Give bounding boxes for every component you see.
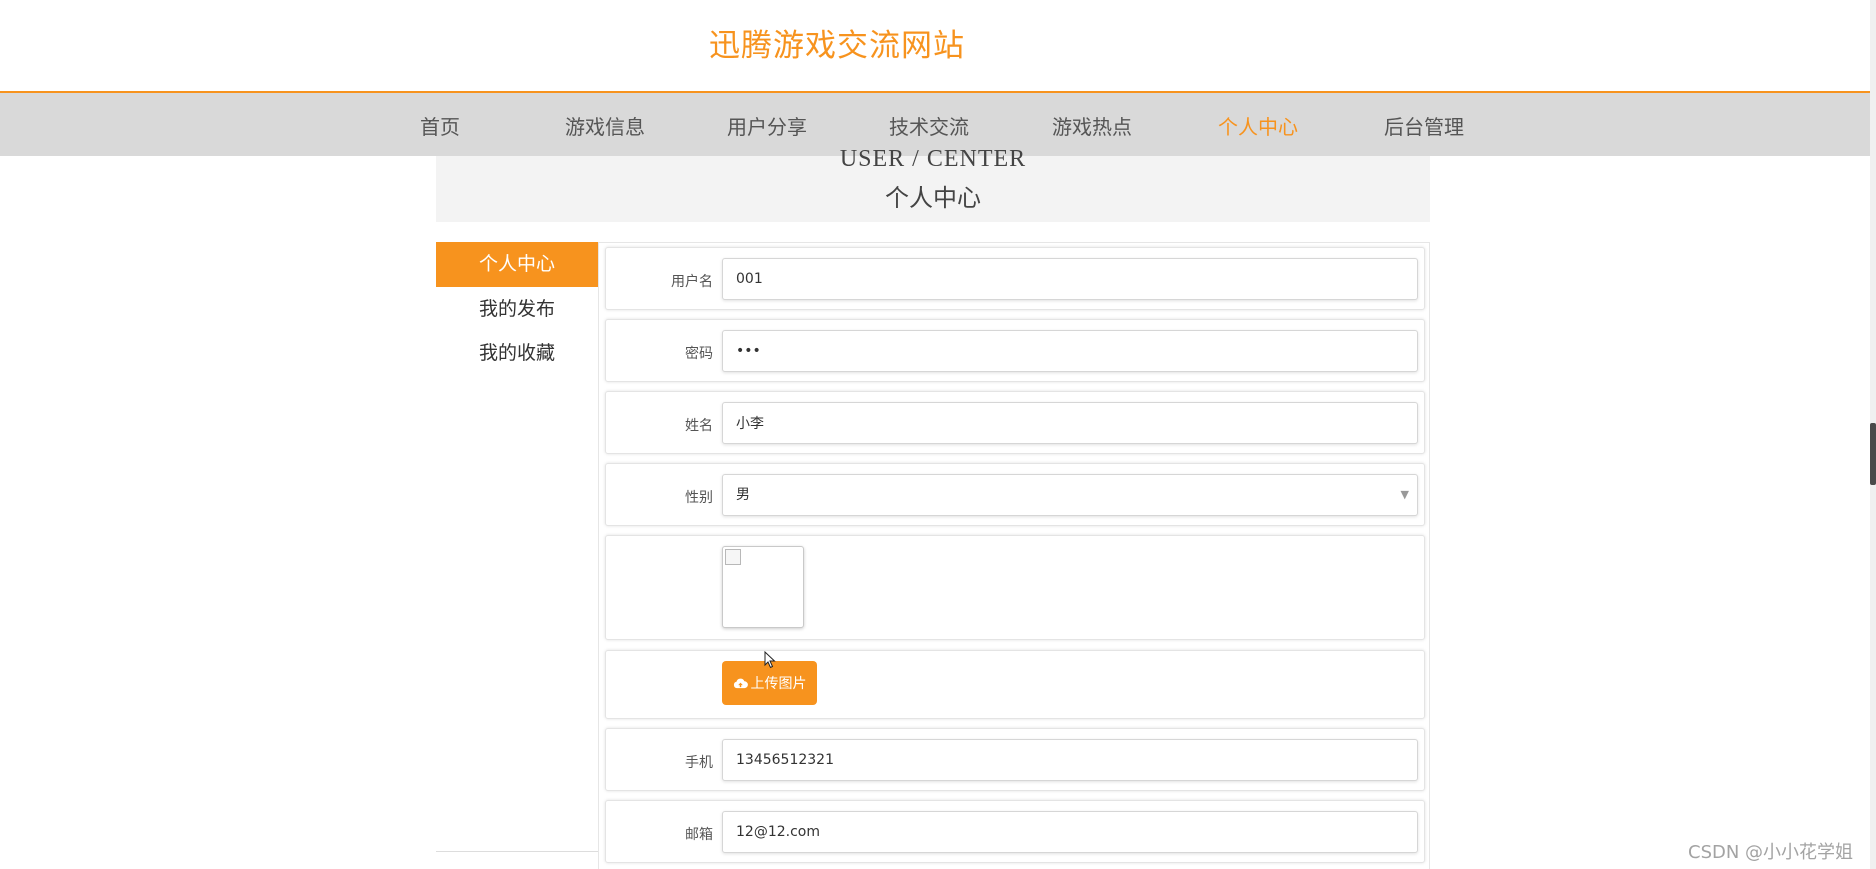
nav-item-game-hotspot[interactable]: 游戏热点 — [1052, 111, 1132, 140]
password-label: 密码 — [685, 346, 713, 362]
nav-item-admin[interactable]: 后台管理 — [1384, 111, 1464, 140]
watermark: CSDN @小小花学姐 — [1688, 842, 1854, 863]
username-label: 用户名 — [671, 274, 713, 290]
form-row-name: 姓名 — [605, 391, 1425, 454]
broken-image-icon — [725, 549, 741, 565]
form-row-upload: 上传图片 — [605, 650, 1425, 719]
profile-form: 用户名 密码 姓名 性别 男 ▼ 上传图片 手机 — [598, 242, 1430, 869]
form-row-email: 邮箱 — [605, 800, 1425, 863]
sidebar-item-my-favorites[interactable]: 我的收藏 — [436, 331, 598, 376]
banner-title: 个人中心 — [885, 184, 981, 212]
password-input[interactable] — [722, 330, 1418, 372]
form-row-phone: 手机 — [605, 728, 1425, 791]
form-row-gender: 性别 男 ▼ — [605, 463, 1425, 526]
nav-item-tech-exchange[interactable]: 技术交流 — [889, 111, 969, 140]
form-row-avatar — [605, 535, 1425, 640]
gender-select[interactable]: 男 ▼ — [722, 474, 1418, 516]
username-input[interactable] — [722, 258, 1418, 300]
mouse-pointer-icon — [764, 651, 776, 669]
form-row-password: 密码 — [605, 319, 1425, 382]
nav-item-game-info[interactable]: 游戏信息 — [565, 111, 645, 140]
cloud-upload-icon — [733, 678, 748, 688]
avatar-preview-image — [722, 546, 804, 628]
phone-label: 手机 — [685, 755, 713, 771]
nav-item-user-center[interactable]: 个人中心 — [1218, 111, 1298, 140]
page-scrollbar[interactable] — [1870, 0, 1876, 869]
gender-label: 性别 — [685, 490, 713, 506]
phone-input[interactable] — [722, 739, 1418, 781]
gender-selected-value: 男 — [736, 487, 750, 503]
sidebar-item-my-posts[interactable]: 我的发布 — [436, 287, 598, 332]
email-input[interactable] — [722, 811, 1418, 853]
name-input[interactable] — [722, 402, 1418, 444]
sidebar-item-user-center[interactable]: 个人中心 — [436, 242, 598, 287]
sidebar: 个人中心 我的发布 我的收藏 — [436, 242, 598, 852]
email-label: 邮箱 — [685, 827, 713, 843]
nav-item-home[interactable]: 首页 — [420, 111, 460, 140]
nav-item-user-share[interactable]: 用户分享 — [727, 111, 807, 140]
chevron-down-icon: ▼ — [1400, 488, 1409, 501]
site-title: 迅腾游戏交流网站 — [709, 28, 965, 64]
name-label: 姓名 — [685, 418, 713, 434]
page-banner: USER / CENTER 个人中心 — [436, 146, 1430, 222]
upload-button-label: 上传图片 — [750, 676, 807, 692]
banner-english-title: USER / CENTER — [839, 146, 1027, 172]
scrollbar-thumb[interactable] — [1870, 423, 1876, 485]
form-row-username: 用户名 — [605, 247, 1425, 310]
